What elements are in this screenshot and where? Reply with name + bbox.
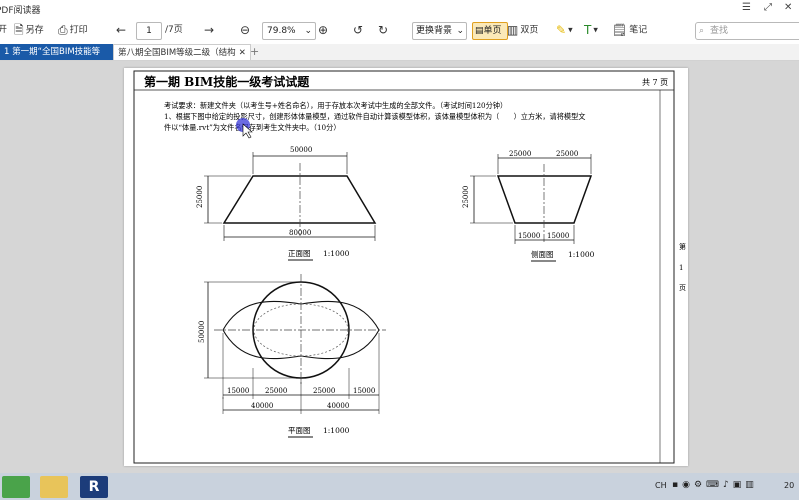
zoom-in-icon: ⊕ — [318, 23, 329, 37]
zoom-out-button[interactable]: ⊖ — [240, 21, 252, 39]
side-caption: 侧面图 — [531, 249, 554, 259]
tray-icons[interactable]: ▪◉⚙⌨♪▣▥ — [672, 480, 758, 490]
plan-scale: 1:1000 — [323, 426, 350, 435]
search-icon: ⌕ — [699, 26, 705, 36]
side-label-2: 1 — [679, 264, 683, 272]
note-button[interactable]: 🗒 笔记 — [612, 21, 647, 39]
document-title: 第一期 BIM技能一级考试试题 — [144, 74, 310, 89]
prev-page-button[interactable]: ← — [116, 21, 128, 39]
front-trapezoid — [222, 175, 377, 224]
background-label: 更换背景 — [416, 26, 453, 36]
open-button[interactable]: 开 — [0, 21, 7, 39]
plan-dim-3: 25000 — [313, 387, 335, 395]
side-top-right-dim: 25000 — [556, 150, 578, 158]
note-label: 笔记 — [629, 25, 648, 36]
language-indicator[interactable]: CH — [655, 481, 667, 490]
single-page-button[interactable]: ▤单页 — [472, 22, 508, 40]
plan-total-right-dim: 40000 — [327, 402, 349, 410]
tab-label: 1 第一期“全国BIM技能等 — [4, 47, 101, 57]
text-icon: T — [584, 23, 592, 37]
text-button[interactable]: T ▾ — [584, 21, 598, 39]
zoom-in-button[interactable]: ⊕ — [318, 21, 330, 39]
next-page-button[interactable]: → — [204, 21, 216, 39]
search-input[interactable]: ⌕ 查找 — [695, 22, 799, 40]
taskbar: R CH ▪◉⚙⌨♪▣▥ 20 — [0, 473, 799, 500]
side-height-dim: 25000 — [462, 186, 470, 208]
arrow-left-icon: ← — [116, 23, 127, 37]
front-view: 50000 80000 25000 正面图 1:1000 — [196, 146, 377, 261]
side-trapezoid — [496, 175, 593, 224]
highlighter-icon: ✎ — [556, 23, 567, 37]
chevron-down-icon: ⌄ — [304, 26, 312, 36]
plan-dim-1: 15000 — [227, 387, 249, 395]
double-page-label: 双页 — [520, 25, 539, 36]
tab-bar: 1 第一期“全国BIM技能等 第八期全国BIM等级二级（结构 ✕ + — [0, 44, 799, 61]
plan-height-dim: 50000 — [198, 321, 206, 343]
zoom-value: 79.8% — [267, 26, 296, 36]
pdf-page: 第一期 BIM技能一级考试试题 共 7 页 考试要求：新建文件夹（以考生号+姓名… — [124, 68, 688, 466]
restore-icon[interactable]: ⤢ — [764, 2, 772, 13]
double-page-button[interactable]: ▥ 双页 — [507, 21, 538, 39]
new-tab-button[interactable]: + — [246, 44, 263, 60]
chevron-down-icon: ⌄ — [456, 26, 464, 36]
file-icon: 🗎 — [14, 23, 24, 37]
page-drawing: 第一期 BIM技能一级考试试题 共 7 页 考试要求：新建文件夹（以考生号+姓名… — [133, 70, 686, 464]
rotate-right-icon: ↻ — [378, 23, 389, 37]
front-bottom-dim: 80000 — [289, 229, 311, 237]
print-button[interactable]: ⎙ 打印 — [58, 21, 88, 39]
question-line-1: 1、根据下图中给定的投影尺寸，创建形体体量模型，通过软件自动计算该模型体积，该体… — [164, 112, 585, 121]
front-top-dim: 50000 — [290, 146, 312, 154]
tab-document-1[interactable]: 1 第一期“全国BIM技能等 — [0, 44, 114, 60]
menu-icon[interactable]: ☰ — [742, 2, 751, 13]
close-icon[interactable]: ✕ — [784, 2, 792, 13]
arrow-right-icon: → — [204, 23, 215, 37]
search-placeholder: 查找 — [710, 26, 729, 36]
zoom-out-icon: ⊖ — [240, 23, 251, 37]
background-dropdown[interactable]: 更换背景 ⌄ — [412, 22, 467, 40]
plan-total-left-dim: 40000 — [251, 402, 273, 410]
question-line-2: 件以“体量.rvt”为文件名保存到考生文件夹中。（10分） — [164, 123, 341, 132]
saveas-label: 另存 — [25, 25, 44, 36]
clock: 20 — [784, 481, 795, 490]
page-count: 共 7 页 — [642, 78, 668, 87]
note-icon: 🗒 — [612, 23, 628, 37]
plan-dim-2: 25000 — [265, 387, 287, 395]
highlight-button[interactable]: ✎ ▾ — [556, 21, 573, 39]
close-tab-icon[interactable]: ✕ — [239, 48, 246, 58]
plan-dim-4: 15000 — [353, 387, 375, 395]
side-label-1: 第 — [679, 242, 686, 251]
plan-caption: 平面图 — [288, 426, 311, 435]
side-label-3: 页 — [679, 284, 686, 292]
rotate-left-icon: ↺ — [353, 23, 364, 37]
plan-view: 50000 15000 25000 25000 15000 40000 4000… — [198, 274, 386, 438]
double-page-icon: ▥ — [507, 23, 519, 37]
tab-label: 第八期全国BIM等级二级（结构 — [118, 48, 236, 58]
saveas-button[interactable]: 🗎 另存 — [14, 21, 44, 39]
toolbar: 开 🗎 另存 ⎙ 打印 ← 1 /7页 → ⊖ 79.8% ⌄ ⊕ ↺ ↻ 更换背景 ⌄… — [0, 17, 799, 44]
front-caption: 正面图 — [288, 249, 311, 258]
side-bottom-left-dim: 15000 — [518, 232, 540, 240]
revit-icon[interactable]: R — [80, 476, 108, 498]
exam-instruction: 考试要求：新建文件夹（以考生号+姓名命名），用于存放本次考试中生成的全部文件。（… — [164, 101, 507, 110]
side-top-left-dim: 25000 — [509, 150, 531, 158]
front-height-dim: 25000 — [196, 186, 204, 208]
window-title: PDF阅读器 — [0, 6, 41, 16]
rotate-right-button[interactable]: ↻ — [378, 21, 390, 39]
side-view: 25000 25000 15000 15000 25000 侧面图 1:1000 — [462, 150, 595, 262]
open-label: 开 — [0, 25, 8, 35]
tab-document-2[interactable]: 第八期全国BIM等级二级（结构 ✕ — [113, 44, 251, 60]
front-scale: 1:1000 — [323, 249, 350, 258]
printer-icon: ⎙ — [58, 23, 68, 37]
app-icon-green[interactable] — [2, 476, 30, 498]
rotate-left-button[interactable]: ↺ — [353, 21, 365, 39]
file-explorer-icon[interactable] — [40, 476, 68, 498]
single-page-label: 单页 — [483, 26, 502, 36]
title-bar: PDF阅读器 ☰ ⤢ ✕ — [0, 0, 799, 17]
page-total: /7页 — [165, 25, 183, 35]
side-bottom-right-dim: 15000 — [547, 232, 569, 240]
zoom-select[interactable]: 79.8% ⌄ — [262, 22, 316, 40]
page-number-input[interactable]: 1 — [136, 22, 162, 40]
print-label: 打印 — [69, 25, 88, 36]
side-scale: 1:1000 — [568, 250, 595, 259]
